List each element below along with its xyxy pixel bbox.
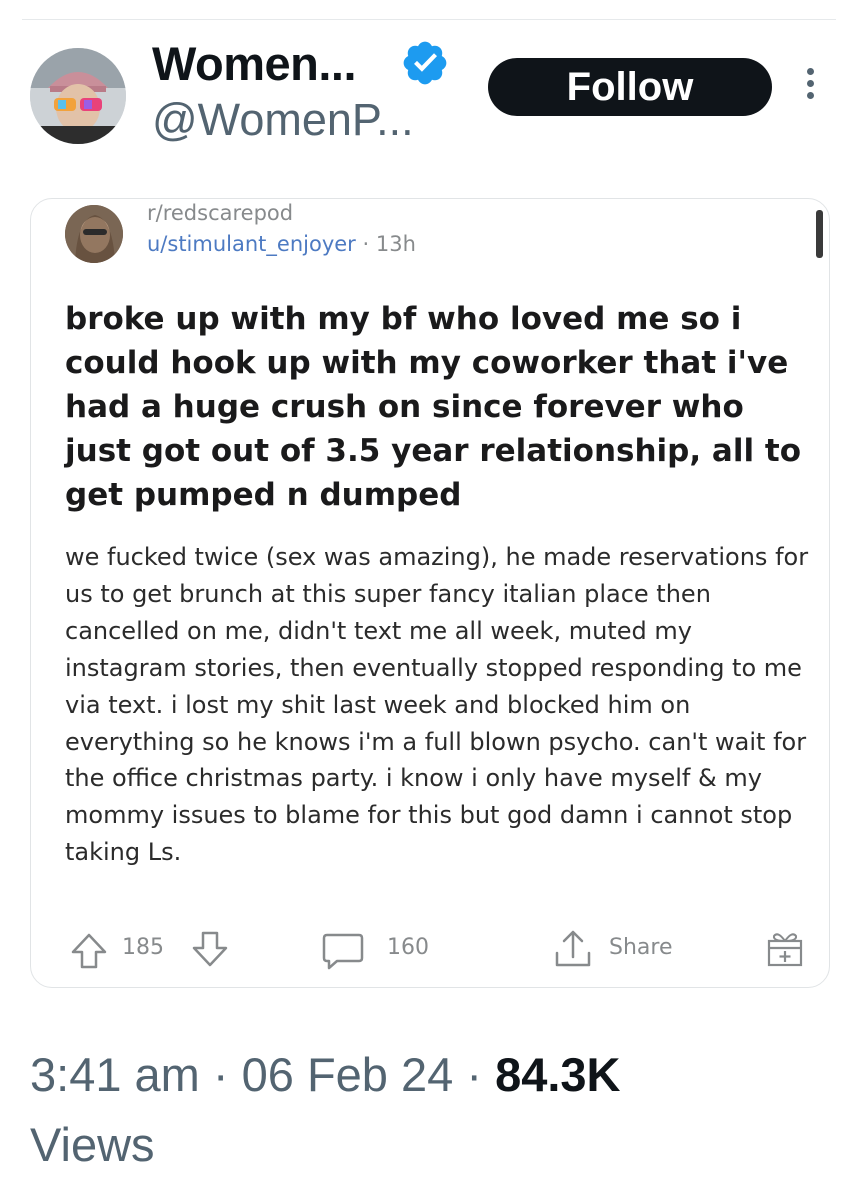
vote-count: 185 [122,935,164,960]
post-age: 13h [375,232,416,256]
views-count[interactable]: 84.3K [495,1048,620,1101]
scrollbar[interactable] [816,210,823,258]
reddit-avatar-image [65,205,123,263]
award-gift-icon[interactable] [764,928,806,970]
tweet-time[interactable]: 3:41 am [30,1048,200,1101]
comment-count: 160 [387,935,429,960]
top-divider [22,19,836,20]
comment-bubble-icon[interactable] [321,931,365,971]
subreddit-name[interactable]: r/redscarepod [147,201,293,225]
embedded-reddit-post[interactable]: r/redscarepod u/stimulant_enjoyer · 13h … [30,198,830,988]
avatar-image [30,48,126,144]
author-display-name[interactable]: Women... [152,36,357,91]
author-avatar[interactable] [30,48,126,144]
downvote-arrow-icon[interactable] [190,929,230,969]
upvote-arrow-icon[interactable] [69,931,109,971]
meta-separator: · [212,1048,229,1101]
meta-separator: · [466,1048,482,1101]
post-action-bar: 185 160 Share [31,923,831,973]
follow-button[interactable]: Follow [488,58,772,116]
post-body: we fucked twice (sex was amazing), he ma… [65,543,809,867]
share-icon[interactable] [551,927,595,971]
tweet-page: Women... @WomenP... Follow r/redscarepod… [0,0,858,1200]
views-label: Views [30,1118,155,1171]
verified-badge-icon [403,41,447,85]
reddit-user-avatar [65,205,123,263]
post-meta: u/stimulant_enjoyer · 13h [147,232,416,256]
share-label[interactable]: Share [609,935,673,960]
tweet-timestamp-views: 3:41 am · 06 Feb 24 · 84.3K Views [30,1040,810,1180]
author-handle[interactable]: @WomenP... [152,94,414,146]
tweet-date[interactable]: 06 Feb 24 [242,1048,454,1101]
reddit-username[interactable]: u/stimulant_enjoyer [147,232,356,256]
post-title: broke up with my bf who loved me so i co… [65,301,802,513]
meta-separator: · [362,232,370,256]
more-vertical-icon[interactable] [800,68,820,108]
